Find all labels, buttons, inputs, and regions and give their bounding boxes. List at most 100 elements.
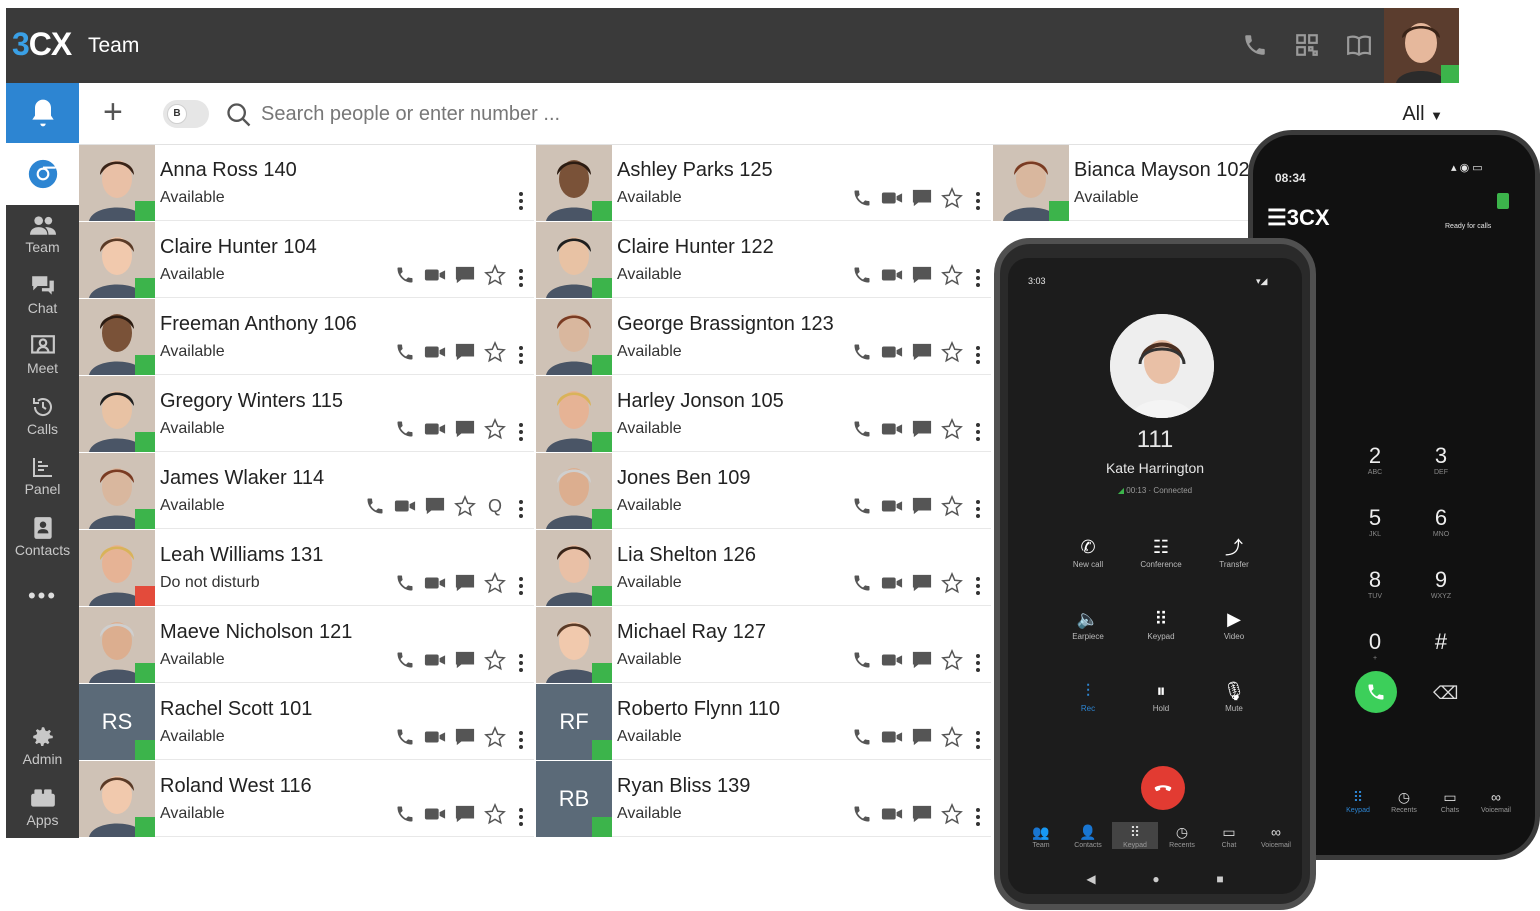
search-input[interactable]: [261, 97, 961, 131]
nav-recents-icon[interactable]: ■: [1216, 872, 1223, 886]
ios-tab-chats[interactable]: ▭ Chats: [1427, 787, 1473, 815]
video-icon[interactable]: [424, 418, 446, 440]
call-icon[interactable]: [851, 341, 873, 363]
chat-icon[interactable]: [424, 495, 446, 517]
contact-card[interactable]: Freeman Anthony 106 Available: [79, 299, 534, 375]
queue-icon[interactable]: Q: [484, 495, 506, 517]
contact-card[interactable]: Claire Hunter 104 Available: [79, 222, 534, 298]
video-icon[interactable]: [424, 649, 446, 671]
star-icon[interactable]: [454, 495, 476, 517]
contact-card[interactable]: RF Roberto Flynn 110 Available: [536, 684, 991, 760]
star-icon[interactable]: [941, 803, 963, 825]
book-icon[interactable]: [1344, 30, 1374, 60]
star-icon[interactable]: [941, 264, 963, 286]
sidebar-item-apps[interactable]: Apps: [6, 786, 79, 828]
more-options-icon[interactable]: [975, 268, 981, 293]
tab-recents[interactable]: ◷ Recents: [1159, 822, 1205, 850]
call-icon[interactable]: [851, 264, 873, 286]
star-icon[interactable]: [484, 803, 506, 825]
chat-icon[interactable]: [911, 495, 933, 517]
more-options-icon[interactable]: [975, 191, 981, 216]
video-icon[interactable]: [881, 803, 903, 825]
video-icon[interactable]: [881, 187, 903, 209]
chat-icon[interactable]: [454, 649, 476, 671]
video-icon[interactable]: [881, 649, 903, 671]
call-button-hold[interactable]: ⏸ Hold: [1131, 678, 1191, 714]
chat-icon[interactable]: [454, 726, 476, 748]
star-icon[interactable]: [941, 187, 963, 209]
contact-card[interactable]: Maeve Nicholson 121 Available: [79, 607, 534, 683]
sidebar-item-meet[interactable]: Meet: [6, 334, 79, 376]
contact-card[interactable]: Harley Jonson 105 Available: [536, 376, 991, 452]
status-toggle[interactable]: B: [163, 100, 209, 128]
star-icon[interactable]: [484, 341, 506, 363]
contact-card[interactable]: James Wlaker 114 Available Q: [79, 453, 534, 529]
contact-card[interactable]: Leah Williams 131 Do not disturb: [79, 530, 534, 606]
contact-card[interactable]: Lia Shelton 126 Available: [536, 530, 991, 606]
star-icon[interactable]: [484, 572, 506, 594]
more-options-icon[interactable]: [975, 807, 981, 832]
sidebar-item-team[interactable]: Team: [6, 213, 79, 255]
chat-icon[interactable]: [911, 264, 933, 286]
dial-key[interactable]: 9 WXYZ: [1411, 567, 1471, 600]
star-icon[interactable]: [484, 264, 506, 286]
contact-card[interactable]: Roland West 116 Available: [79, 761, 534, 837]
more-options-icon[interactable]: [975, 499, 981, 524]
call-icon[interactable]: [364, 495, 386, 517]
more-options-icon[interactable]: [518, 730, 524, 755]
star-icon[interactable]: [941, 495, 963, 517]
call-button-conference[interactable]: ☷ Conference: [1131, 534, 1191, 570]
more-options-icon[interactable]: [518, 345, 524, 370]
chat-icon[interactable]: [911, 803, 933, 825]
call-icon[interactable]: [394, 649, 416, 671]
sidebar-item-admin[interactable]: Admin: [6, 725, 79, 767]
contact-card[interactable]: Gregory Winters 115 Available: [79, 376, 534, 452]
more-options-icon[interactable]: [975, 730, 981, 755]
contact-card[interactable]: Claire Hunter 122 Available: [536, 222, 991, 298]
call-icon[interactable]: [394, 803, 416, 825]
call-button-rec[interactable]: ⫶ Rec: [1058, 678, 1118, 714]
more-options-icon[interactable]: [518, 422, 524, 447]
more-options-icon[interactable]: [975, 576, 981, 601]
call-icon[interactable]: [851, 187, 873, 209]
star-icon[interactable]: [941, 418, 963, 440]
video-icon[interactable]: [881, 495, 903, 517]
ios-tab-voicemail[interactable]: ∞ Voicemail: [1473, 787, 1519, 814]
contact-card[interactable]: RB Ryan Bliss 139 Available: [536, 761, 991, 837]
user-avatar[interactable]: [1384, 8, 1459, 83]
chat-icon[interactable]: [911, 649, 933, 671]
call-icon[interactable]: [851, 418, 873, 440]
add-button[interactable]: +: [103, 95, 123, 129]
chat-icon[interactable]: [454, 803, 476, 825]
call-button-new-call[interactable]: ✆ New call: [1058, 534, 1118, 570]
star-icon[interactable]: [484, 649, 506, 671]
sidebar-item-contacts[interactable]: Contacts: [6, 516, 79, 558]
hangup-button[interactable]: [1141, 766, 1185, 810]
call-icon[interactable]: [394, 418, 416, 440]
chat-icon[interactable]: [911, 341, 933, 363]
dial-key[interactable]: 6 MNO: [1411, 505, 1471, 538]
dial-key[interactable]: 0 +: [1345, 629, 1405, 662]
tab-keypad[interactable]: ⠿ Keypad: [1112, 822, 1158, 849]
call-icon[interactable]: [394, 341, 416, 363]
call-icon[interactable]: [851, 572, 873, 594]
contact-card[interactable]: RS Rachel Scott 101 Available: [79, 684, 534, 760]
video-icon[interactable]: [424, 341, 446, 363]
tab-contacts[interactable]: 👤 Contacts: [1065, 822, 1111, 850]
contact-card[interactable]: Michael Ray 127 Available: [536, 607, 991, 683]
star-icon[interactable]: [941, 726, 963, 748]
chat-icon[interactable]: [454, 264, 476, 286]
video-icon[interactable]: [881, 418, 903, 440]
nav-back-icon[interactable]: ◀: [1086, 872, 1095, 886]
ios-call-button[interactable]: [1355, 671, 1397, 713]
chat-icon[interactable]: [911, 418, 933, 440]
tab-team[interactable]: 👥 Team: [1018, 822, 1064, 850]
dial-key[interactable]: 3 DEF: [1411, 443, 1471, 476]
video-icon[interactable]: [394, 495, 416, 517]
star-icon[interactable]: [941, 341, 963, 363]
chat-icon[interactable]: [454, 572, 476, 594]
star-icon[interactable]: [484, 726, 506, 748]
sidebar-item-chat[interactable]: Chat: [6, 274, 79, 316]
video-icon[interactable]: [424, 726, 446, 748]
call-button-video[interactable]: ▶ Video: [1204, 606, 1264, 642]
